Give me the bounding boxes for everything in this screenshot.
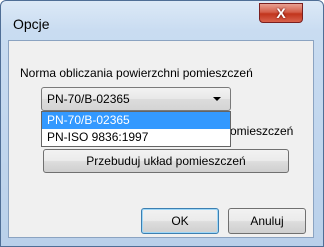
norm-dropdown-list: PN-70/B-02365 PN-ISO 9836:1997 <box>41 111 231 147</box>
close-button[interactable]: X <box>259 3 303 23</box>
dialog-title: Opcje <box>13 16 50 32</box>
rebuild-rooms-button[interactable]: Przebuduj układ pomieszczeń <box>43 149 289 173</box>
close-icon: X <box>276 5 286 21</box>
norm-option[interactable]: PN-ISO 9836:1997 <box>42 129 230 146</box>
norm-combobox[interactable]: PN-70/B-02365 <box>41 87 231 111</box>
cancel-button[interactable]: Anuluj <box>228 208 306 234</box>
norm-label: Norma obliczania powierzchni pomieszczeń <box>20 66 253 80</box>
norm-combobox-value: PN-70/B-02365 <box>47 92 130 106</box>
obscured-checkbox-label: omieszczeń <box>230 124 294 138</box>
norm-option[interactable]: PN-70/B-02365 <box>42 112 230 129</box>
ok-button[interactable]: OK <box>141 208 219 234</box>
chevron-down-icon <box>213 97 221 101</box>
